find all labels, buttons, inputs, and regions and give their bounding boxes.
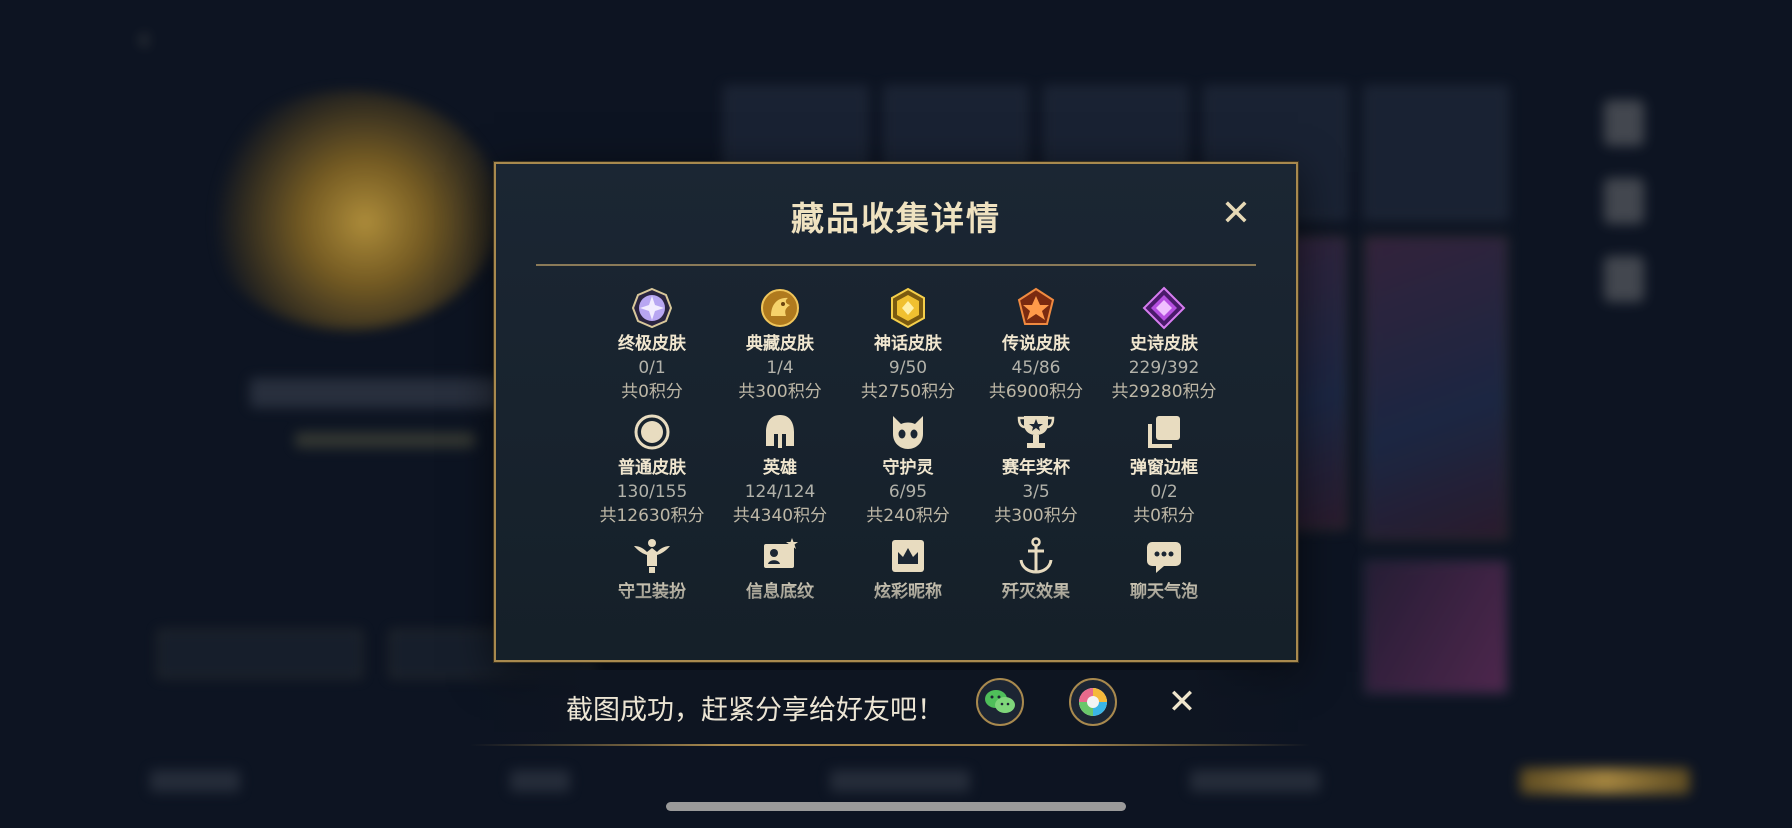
collection-row: 终极皮肤 0/1 共0积分 典藏皮肤 1/4 共300积分 神话皮肤 9/50 … [588,286,1228,404]
item-points: 共300积分 [994,506,1078,526]
collection-item[interactable]: 终极皮肤 0/1 共0积分 [588,286,716,404]
moments-share-button[interactable] [1069,678,1117,726]
item-name: 歼灭效果 [1002,582,1070,602]
collection-details-modal: 藏品收集详情 ✕ 终极皮肤 0/1 共0积分 典藏皮肤 1/4 共300积分 神… [494,162,1298,662]
collection-row: 守卫装扮 信息底纹 炫彩昵称 歼灭效果 聊天气泡 [588,534,1228,604]
back-arrow-icon: ‹ [138,22,150,57]
collection-item[interactable]: 信息底纹 [716,534,844,604]
item-name: 普通皮肤 [618,458,686,478]
item-name: 赛年奖杯 [1002,458,1070,478]
collection-grid: 终极皮肤 0/1 共0积分 典藏皮肤 1/4 共300积分 神话皮肤 9/50 … [588,286,1228,610]
bg-side-icon [1604,256,1644,302]
bg-button [158,630,362,678]
blurred-subtitle [295,432,475,448]
share-message: 截图成功，赶紧分享给好友吧！ [566,695,944,726]
wechat-share-button[interactable] [976,678,1024,726]
item-name: 典藏皮肤 [746,334,814,354]
collection-item[interactable]: 史诗皮肤 229/392 共29280积分 [1100,286,1228,404]
item-points: 共29280积分 [1111,382,1217,402]
collection-item[interactable]: 聊天气泡 [1100,534,1228,604]
ultimate-skin-icon [631,287,673,329]
item-name: 守卫装扮 [618,582,686,602]
close-icon[interactable]: ✕ [1216,194,1256,234]
normal-skin-icon [634,414,670,450]
item-name: 炫彩昵称 [874,582,942,602]
bg-side-icon [1604,178,1644,224]
item-points: 共300积分 [738,382,822,402]
item-name: 聊天气泡 [1130,582,1198,602]
bg-bottom-tab [830,770,970,792]
mythic-skin-icon [891,287,925,329]
bg-bottom-tab [1190,770,1320,792]
item-points: 共0积分 [1133,506,1195,526]
wechat-icon [985,690,1015,713]
bg-side-icon [1604,100,1644,146]
collection-item[interactable]: 守卫装扮 [588,534,716,604]
item-points: 共240积分 [866,506,950,526]
collection-skin-icon [761,289,799,327]
item-name: 信息底纹 [746,582,814,602]
item-name: 守护灵 [882,458,934,478]
hero-helmet-icon [766,415,794,448]
item-count: 130/155 [616,482,688,502]
share-close-icon[interactable]: ✕ [1162,682,1202,722]
item-points: 共2750积分 [860,382,956,402]
moments-icon [1079,688,1107,716]
item-points: 共4340积分 [732,506,828,526]
bg-bottom-tab [150,770,240,792]
collection-item[interactable]: 神话皮肤 9/50 共2750积分 [844,286,972,404]
collection-item[interactable]: 典藏皮肤 1/4 共300积分 [716,286,844,404]
item-points: 共12630积分 [599,506,705,526]
blurred-player-name [250,378,500,408]
item-count: 9/50 [888,358,928,378]
collection-item[interactable]: 传说皮肤 45/86 共6900积分 [972,286,1100,404]
item-name: 传说皮肤 [1002,334,1070,354]
guardian-spirit-icon [893,416,923,449]
collection-item[interactable]: 歼灭效果 [972,534,1100,604]
collection-row: 普通皮肤 130/155 共12630积分 英雄 124/124 共4340积分… [588,410,1228,528]
bg-tile [1364,86,1508,220]
info-pattern-icon [764,538,798,568]
collection-item[interactable]: 英雄 124/124 共4340积分 [716,410,844,528]
item-count: 124/124 [744,482,816,502]
item-points: 共0积分 [621,382,683,402]
item-count: 3/5 [1022,482,1050,502]
item-name: 神话皮肤 [874,334,942,354]
collection-item[interactable]: 弹窗边框 0/2 共0积分 [1100,410,1228,528]
epic-skin-icon [1142,286,1186,330]
chat-bubble-icon [1147,542,1181,573]
item-count: 229/392 [1128,358,1200,378]
item-points: 共6900积分 [988,382,1084,402]
collection-item[interactable]: 炫彩昵称 [844,534,972,604]
share-bar-underline [470,744,1310,746]
bg-tile-art [1364,236,1508,540]
item-count: 0/1 [638,358,666,378]
popup-frame-icon [1148,416,1180,448]
item-count: 0/2 [1150,482,1178,502]
legendary-skin-icon [1017,287,1055,325]
collection-item[interactable]: 守护灵 6/95 共240积分 [844,410,972,528]
home-indicator[interactable] [666,802,1126,811]
item-name: 终极皮肤 [618,334,686,354]
item-count: 1/4 [766,358,794,378]
season-trophy-icon [1017,416,1055,448]
divider [536,264,1256,266]
guard-outfit-icon [634,539,670,573]
item-name: 史诗皮肤 [1130,334,1198,354]
modal-title: 藏品收集详情 [791,199,1001,238]
item-name: 英雄 [763,458,797,478]
collection-item[interactable]: 赛年奖杯 3/5 共300积分 [972,410,1100,528]
rank-emblem [200,90,500,330]
item-name: 弹窗边框 [1130,458,1198,478]
item-count: 6/95 [888,482,928,502]
item-count: 45/86 [1011,358,1061,378]
collection-item[interactable]: 普通皮肤 130/155 共12630积分 [588,410,716,528]
kill-effect-icon [1019,537,1053,574]
bg-tile [1364,560,1508,694]
bg-bottom-gold-button [1520,768,1690,794]
bg-bottom-tab [510,770,570,792]
colorful-nickname-icon [892,540,924,572]
